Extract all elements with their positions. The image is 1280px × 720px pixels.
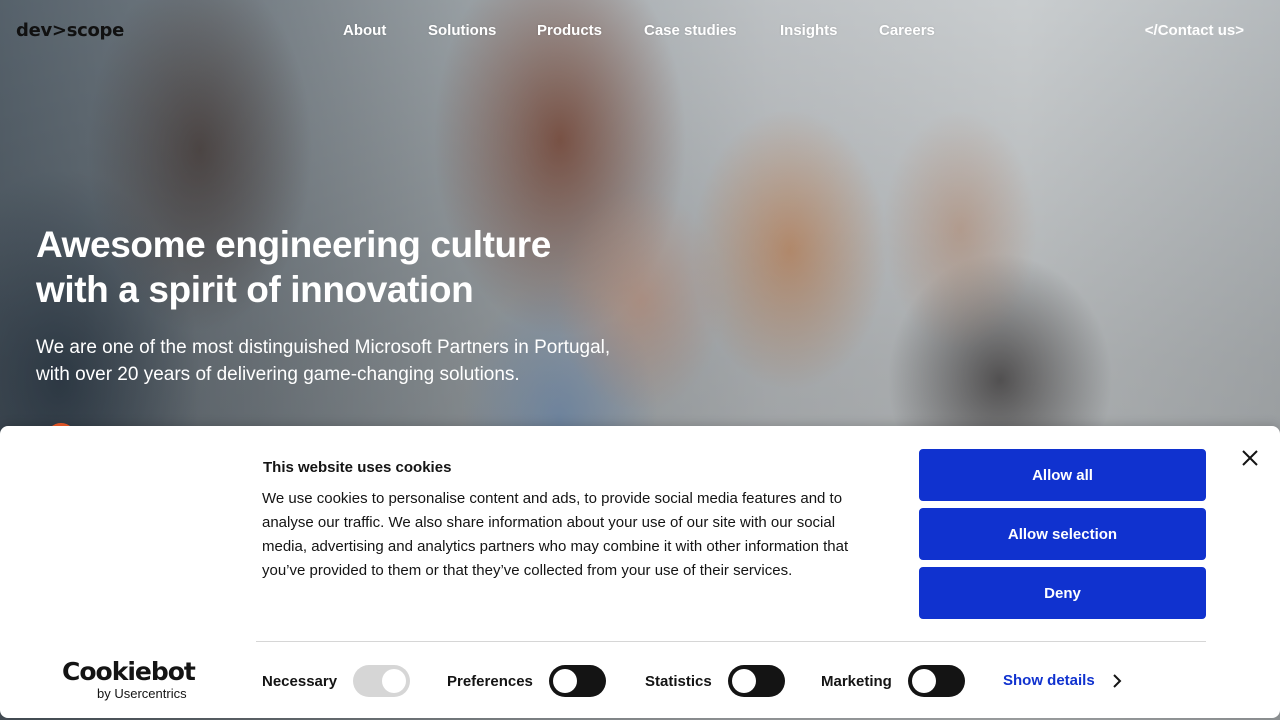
hero-subtitle: We are one of the most distinguished Mic… bbox=[36, 334, 610, 388]
toggle-knob bbox=[552, 669, 577, 693]
cookie-title: This website uses cookies bbox=[263, 459, 452, 476]
nav-solutions[interactable]: Solutions bbox=[428, 22, 496, 39]
toggle-necessary bbox=[353, 665, 411, 697]
hero-subtitle-line-2: with over 20 years of delivering game-ch… bbox=[36, 364, 520, 385]
show-details-label: Show details bbox=[1003, 672, 1095, 689]
hero-title-line-1: Awesome engineering culture bbox=[36, 224, 551, 265]
show-details-link[interactable]: Show details bbox=[1003, 672, 1123, 689]
nav-case-studies[interactable]: Case studies bbox=[644, 22, 737, 39]
chevron-right-icon bbox=[1112, 673, 1122, 688]
toggle-knob bbox=[731, 669, 756, 693]
toggle-knob bbox=[911, 669, 936, 693]
cookie-description: We use cookies to personalise content an… bbox=[262, 490, 849, 579]
toggle-marketing-label: Marketing bbox=[821, 672, 892, 690]
contact-us-link[interactable]: </Contact us> bbox=[1145, 22, 1244, 39]
toggle-preferences-group: Preferences bbox=[447, 665, 606, 697]
main-nav: About Solutions Products Case studies In… bbox=[0, 22, 1280, 42]
toggle-marketing[interactable] bbox=[907, 665, 965, 697]
toggle-statistics-group: Statistics bbox=[645, 665, 785, 697]
toggle-knob bbox=[382, 669, 407, 693]
cookiebot-logo-sub: by Usercentrics bbox=[97, 686, 187, 701]
cookie-consent-dialog: This website uses cookies We use cookies… bbox=[0, 426, 1280, 718]
nav-insights[interactable]: Insights bbox=[780, 22, 838, 39]
allow-all-button[interactable]: Allow all bbox=[919, 449, 1206, 501]
hero-title-line-2: with a spirit of innovation bbox=[36, 269, 474, 310]
toggle-statistics[interactable] bbox=[727, 665, 785, 697]
allow-selection-button[interactable]: Allow selection bbox=[919, 508, 1206, 560]
nav-about[interactable]: About bbox=[343, 22, 386, 39]
toggle-necessary-group: Necessary bbox=[262, 665, 411, 697]
divider bbox=[256, 641, 1206, 642]
close-icon bbox=[1242, 450, 1258, 466]
close-button[interactable] bbox=[1238, 446, 1262, 470]
nav-careers[interactable]: Careers bbox=[879, 22, 935, 39]
cookiebot-logo-name: Cookiebot bbox=[62, 657, 196, 686]
hero-title: Awesome engineering culture with a spiri… bbox=[36, 222, 551, 312]
deny-button[interactable]: Deny bbox=[919, 567, 1206, 619]
nav-products[interactable]: Products bbox=[537, 22, 602, 39]
cookiebot-logo[interactable]: Cookiebot by Usercentrics bbox=[62, 658, 202, 702]
toggle-preferences-label: Preferences bbox=[447, 672, 533, 690]
toggle-necessary-label: Necessary bbox=[262, 672, 338, 690]
toggle-preferences[interactable] bbox=[548, 665, 606, 697]
toggle-marketing-group: Marketing bbox=[821, 665, 965, 697]
hero-subtitle-line-1: We are one of the most distinguished Mic… bbox=[36, 337, 611, 358]
toggle-statistics-label: Statistics bbox=[645, 672, 712, 690]
